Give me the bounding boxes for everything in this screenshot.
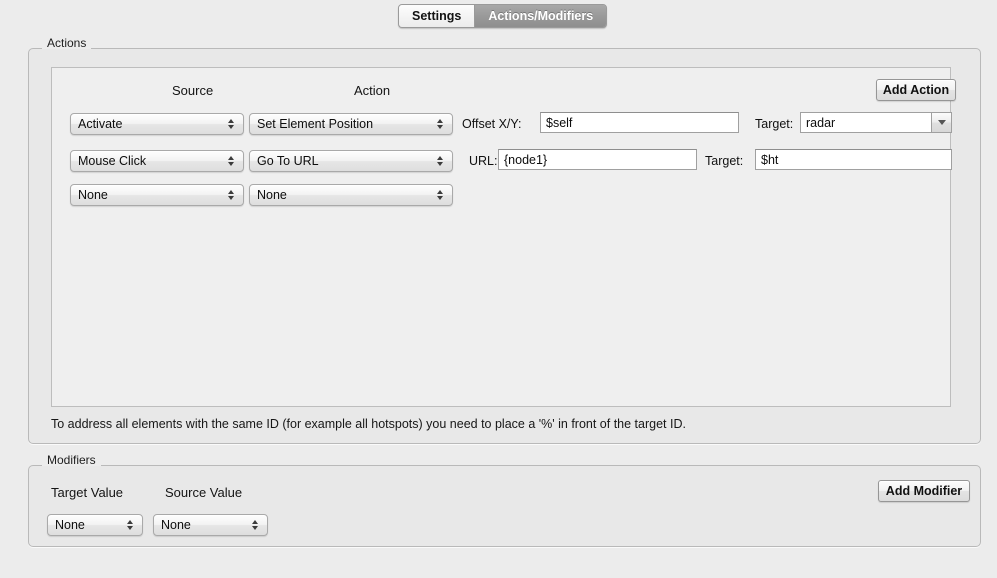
modifier-row-1-target-value: None [55,518,85,532]
actions-group-label: Actions [42,37,92,49]
modifiers-group-label: Modifiers [42,454,101,466]
action-row-1-source-value: Activate [78,117,123,131]
stepper-arrows-icon [432,156,448,166]
action-row-2-source-select[interactable]: Mouse Click [70,150,244,172]
add-modifier-button[interactable]: Add Modifier [878,480,970,502]
stepper-arrows-icon [247,520,263,530]
column-header-action: Action [354,83,391,98]
action-row-2-action-value: Go To URL [257,154,319,168]
actions-help-text: To address all elements with the same ID… [51,417,686,431]
action-row-1-source-select[interactable]: Activate [70,113,244,135]
chevron-down-icon[interactable] [931,112,952,133]
action-row-1-target-value[interactable]: radar [800,112,931,133]
tab-bar: Settings Actions/Modifiers [0,0,997,30]
action-row-1-action-value: Set Element Position [257,117,374,131]
action-row-2-action-select[interactable]: Go To URL [249,150,453,172]
column-header-target-value: Target Value [51,485,124,500]
add-action-button[interactable]: Add Action [876,79,956,101]
action-row-3-source-select[interactable]: None [70,184,244,206]
stepper-arrows-icon [432,190,448,200]
action-row-1-action-select[interactable]: Set Element Position [249,113,453,135]
tab-settings-label: Settings [412,9,462,23]
modifier-row-1-source-value: None [161,518,191,532]
column-header-source-value: Source Value [165,485,243,500]
tab-actions-modifiers-label: Actions/Modifiers [488,9,594,23]
column-header-source: Source [172,83,214,98]
modifiers-group-box: Target Value Source Value Add Modifier N… [28,465,981,547]
action-row-2-param-label: URL: [469,154,498,168]
stepper-arrows-icon [223,190,239,200]
action-row-2-target-input[interactable]: $ht [755,149,952,170]
stepper-arrows-icon [223,119,239,129]
add-modifier-button-label: Add Modifier [885,484,963,498]
action-row-1-target-label: Target: [755,117,794,131]
add-action-button-label: Add Action [882,83,950,97]
stepper-arrows-icon [432,119,448,129]
action-row-1-param-input[interactable]: $self [540,112,739,133]
action-row-2-target-label: Target: [705,154,744,168]
action-row-3-action-select[interactable]: None [249,184,453,206]
action-row-3-action-value: None [257,188,287,202]
modifier-row-1-target-value-select[interactable]: None [47,514,143,536]
action-row-2-source-value: Mouse Click [78,154,147,168]
action-row-1-param-label: Offset X/Y: [462,117,522,131]
action-row-1-target-combobox[interactable]: radar [800,112,952,133]
modifier-row-1-source-value-select[interactable]: None [153,514,268,536]
tab-settings[interactable]: Settings [399,5,476,27]
actions-group-box: Source Action Add Action Activate Set El… [28,48,981,444]
stepper-arrows-icon [223,156,239,166]
tab-actions-modifiers[interactable]: Actions/Modifiers [475,5,607,27]
action-row-3-source-value: None [78,188,108,202]
stepper-arrows-icon [122,520,138,530]
tab-group: Settings Actions/Modifiers [398,4,608,28]
actions-panel: Source Action Add Action Activate Set El… [51,67,956,407]
action-row-2-param-input[interactable]: {node1} [498,149,697,170]
